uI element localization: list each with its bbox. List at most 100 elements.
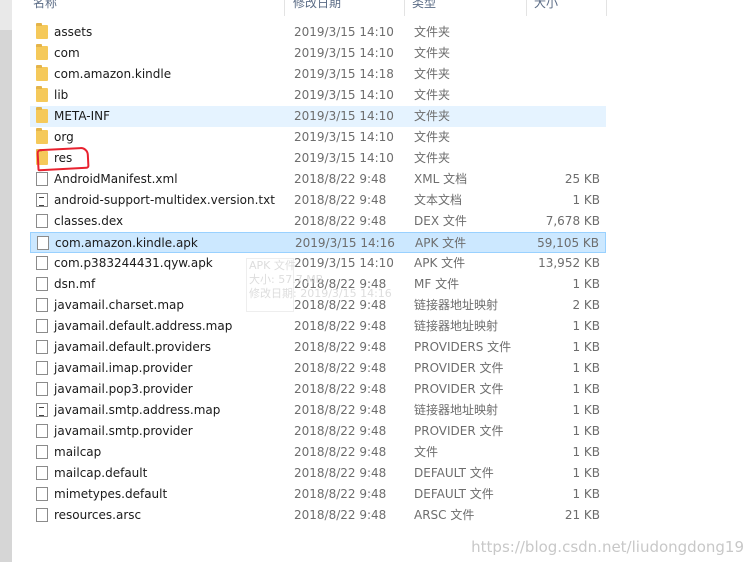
row-type: XML 文档: [414, 172, 468, 186]
row-name: mailcap.default: [54, 466, 148, 480]
row-name: com.amazon.kindle: [54, 67, 172, 81]
row-name: resources.arsc: [54, 508, 142, 522]
table-row[interactable]: javamail.smtp.address.map 2018/8/22 9:48 链…: [30, 400, 606, 421]
row-type: PROVIDERS 文件: [414, 340, 512, 354]
column-separator[interactable]: [606, 0, 607, 16]
tooltip-line: 大小: 57.7 MB: [249, 273, 324, 286]
file-icon: [36, 193, 48, 207]
file-icon: [36, 277, 48, 291]
column-header-type[interactable]: 类型: [412, 0, 436, 11]
folder-icon: [36, 86, 48, 102]
row-size: 7,678 KB: [545, 214, 600, 228]
tooltip-ghost: APK 文件 大小: 57.7 MB 修改日期: 2019/3/15 14:16: [246, 258, 392, 312]
row-name: android-support-multidex.version.txt: [54, 193, 275, 207]
row-date: 2018/8/22 9:48: [294, 172, 387, 186]
table-row[interactable]: com.p383244431.qyw.apk 2019/3/15 14:10 APK…: [30, 253, 606, 274]
column-separator[interactable]: [526, 0, 527, 16]
column-separator[interactable]: [404, 0, 405, 16]
table-row[interactable]: AndroidManifest.xml 2018/8/22 9:48 XML 文档 2…: [30, 169, 606, 190]
row-date: 2019/3/15 14:10: [294, 130, 394, 144]
row-date: 2019/3/15 14:10: [294, 46, 394, 60]
table-row[interactable]: classes.dex 2018/8/22 9:48 DEX 文件 7,678 KB: [30, 211, 606, 232]
table-row[interactable]: res 2019/3/15 14:10 文件夹: [30, 148, 606, 169]
row-type: ARSC 文件: [414, 508, 475, 522]
navigation-scrollbar-thumb[interactable]: [0, 30, 12, 562]
table-row[interactable]: mailcap.default 2018/8/22 9:48 DEFAULT 文件 1…: [30, 463, 606, 484]
row-type: DEX 文件: [414, 214, 467, 228]
row-size: 13,952 KB: [538, 256, 600, 270]
table-row[interactable]: resources.arsc 2018/8/22 9:48 ARSC 文件 21 KB: [30, 505, 606, 526]
row-size: 1 KB: [572, 340, 600, 354]
tooltip-line: APK 文件: [249, 259, 296, 272]
row-type: 文件夹: [414, 25, 451, 39]
row-date: 2019/3/15 14:10: [294, 256, 394, 270]
file-icon: [36, 424, 48, 438]
row-date: 2018/8/22 9:48: [294, 487, 387, 501]
row-date: 2018/8/22 9:48: [294, 193, 387, 207]
row-name: AndroidManifest.xml: [54, 172, 178, 186]
column-header-bar: 名称 修改日期 类型 大小: [12, 0, 754, 16]
table-row[interactable]: javamail.default.address.map 2018/8/22 9:…: [30, 316, 606, 337]
column-header-date[interactable]: 修改日期: [293, 0, 341, 11]
table-row[interactable]: javamail.pop3.provider 2018/8/22 9:48 PROV…: [30, 379, 606, 400]
file-icon: [36, 382, 48, 396]
table-row[interactable]: javamail.smtp.provider 2018/8/22 9:48 PROV…: [30, 421, 606, 442]
row-name: org: [54, 130, 74, 144]
folder-icon: [36, 23, 48, 39]
folder-icon: [36, 107, 48, 123]
row-name: javamail.pop3.provider: [54, 382, 193, 396]
file-icon: [36, 340, 48, 354]
file-icon: [36, 508, 48, 522]
table-row[interactable]: javamail.default.providers 2018/8/22 9:48…: [30, 337, 606, 358]
table-row[interactable]: com.amazon.kindle 2019/3/15 14:18 文件夹: [30, 64, 606, 85]
row-type: APK 文件: [415, 236, 467, 250]
table-row[interactable]: javamail.imap.provider 2018/8/22 9:48 PROV…: [30, 358, 606, 379]
red-annotation-circle: [36, 146, 90, 172]
folder-icon: [36, 44, 48, 60]
file-icon: [36, 298, 48, 312]
row-date: 2019/3/15 14:10: [294, 109, 394, 123]
table-row[interactable]: com 2019/3/15 14:10 文件夹: [30, 43, 606, 64]
row-name: com.amazon.kindle.apk: [55, 236, 198, 250]
row-type: 链接器地址映射: [414, 319, 499, 333]
table-row[interactable]: mailcap 2018/8/22 9:48 文件 1 KB: [30, 442, 606, 463]
row-name: mimetypes.default: [54, 487, 168, 501]
table-row[interactable]: com.amazon.kindle.apk 2019/3/15 14:16 APK …: [30, 232, 606, 253]
row-type: PROVIDER 文件: [414, 361, 504, 375]
row-date: 2019/3/15 14:10: [294, 25, 394, 39]
column-header-size[interactable]: 大小: [534, 0, 558, 11]
row-size: 1 KB: [572, 403, 600, 417]
row-size: 1 KB: [572, 445, 600, 459]
row-size: 1 KB: [572, 466, 600, 480]
row-name: javamail.default.providers: [54, 340, 211, 354]
table-row[interactable]: assets 2019/3/15 14:10 文件夹: [30, 22, 606, 43]
row-type: 链接器地址映射: [414, 403, 499, 417]
row-type: 文件夹: [414, 46, 451, 60]
table-row[interactable]: android-support-multidex.version.txt 2018…: [30, 190, 606, 211]
row-name: javamail.smtp.address.map: [54, 403, 221, 417]
row-date: 2018/8/22 9:48: [294, 382, 387, 396]
row-name: javamail.default.address.map: [54, 319, 233, 333]
table-row[interactable]: META-INF 2019/3/15 14:10 文件夹: [30, 106, 606, 127]
row-name: mailcap: [54, 445, 102, 459]
table-row[interactable]: lib 2019/3/15 14:10 文件夹: [30, 85, 606, 106]
file-icon: [36, 214, 48, 228]
table-row[interactable]: org 2019/3/15 14:10 文件夹: [30, 127, 606, 148]
table-row[interactable]: mimetypes.default 2018/8/22 9:48 DEFAULT 文…: [30, 484, 606, 505]
row-date: 2019/3/15 14:18: [294, 67, 394, 81]
row-type: 文件夹: [414, 67, 451, 81]
row-size: 59,105 KB: [537, 236, 599, 250]
row-name: classes.dex: [54, 214, 124, 228]
file-icon: [36, 319, 48, 333]
file-icon: [36, 256, 48, 270]
watermark-text: https://blog.csdn.net/liudongdong19: [471, 538, 744, 556]
column-header-name[interactable]: 名称: [33, 0, 57, 11]
row-date: 2018/8/22 9:48: [294, 508, 387, 522]
file-icon: [36, 361, 48, 375]
row-type: PROVIDER 文件: [414, 382, 504, 396]
row-type: PROVIDER 文件: [414, 424, 504, 438]
row-date: 2018/8/22 9:48: [294, 361, 387, 375]
row-type: 文件: [414, 445, 439, 459]
column-separator[interactable]: [284, 0, 285, 16]
row-size: 2 KB: [572, 298, 600, 312]
